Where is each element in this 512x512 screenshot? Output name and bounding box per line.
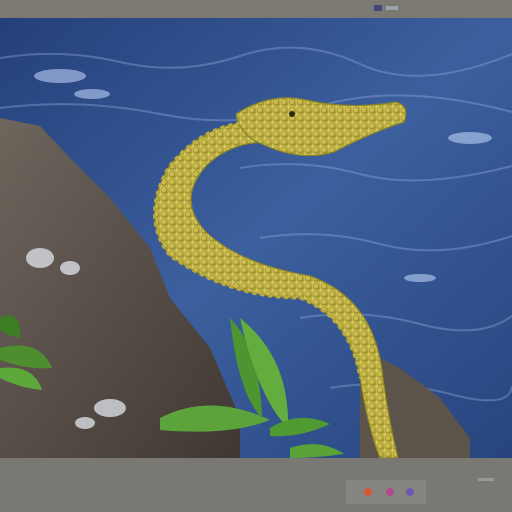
tool-icon-3[interactable] [406, 488, 414, 496]
tool-icon-1[interactable] [364, 488, 372, 496]
tool-tray [346, 474, 426, 508]
tray-icons [346, 480, 426, 504]
bottom-bar [0, 458, 512, 512]
serpent-eye [289, 111, 295, 117]
image-canvas [0, 18, 512, 458]
bar-icon [386, 6, 398, 10]
scene-svg [0, 18, 512, 458]
top-mini-icons [374, 5, 398, 11]
tool-icon-2[interactable] [386, 488, 394, 496]
tiny-indicator [478, 478, 494, 481]
top-bar [0, 0, 512, 18]
window-icon [374, 5, 382, 11]
